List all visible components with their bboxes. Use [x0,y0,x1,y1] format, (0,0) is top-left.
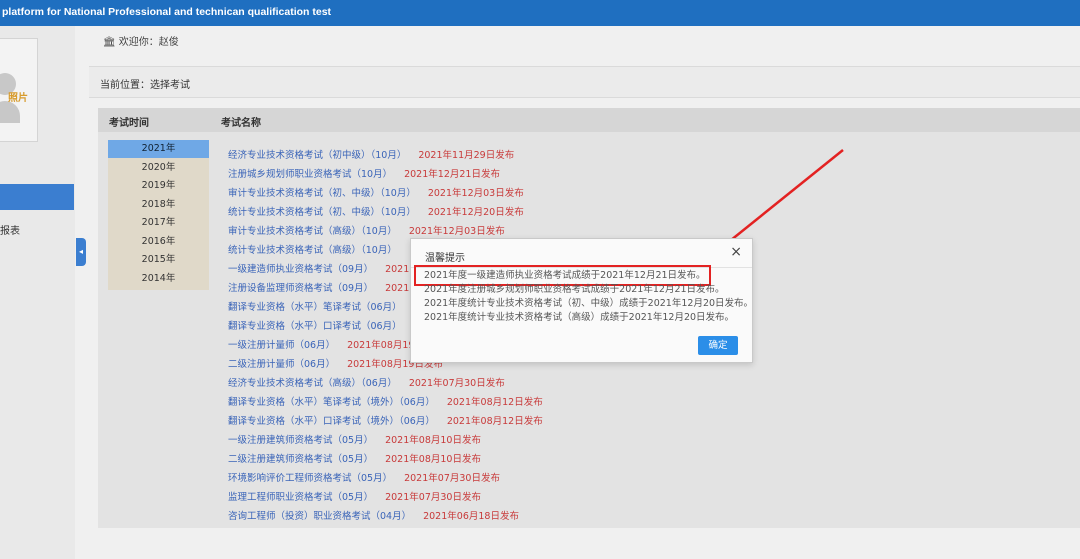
notice-dialog: 温馨提示 × 2021年度一级建造师执业资格考试成绩于2021年12月21日发布… [410,238,753,363]
exam-row[interactable]: 二级注册建筑师资格考试（05月） 2021年08月10日发布 [228,453,481,467]
avatar-body-icon [0,101,20,123]
exam-name-link[interactable]: 注册城乡规划师职业资格考试（10月） [228,169,392,180]
notice-line: 2021年度统计专业技术资格考试（初、中级）成绩于2021年12月20日发布。 [424,298,754,309]
exam-row[interactable]: 翻译专业资格（水平）口译考试（境外）（06月） 2021年08月12日发布 [228,415,543,429]
exam-release-date: 2021年12月03日发布 [427,188,524,199]
exam-name-link[interactable]: 一级注册建筑师资格考试（05月） [228,435,373,446]
exam-row[interactable]: 监理工程师职业资格考试（05月） 2021年07月30日发布 [228,491,481,505]
exam-name-link[interactable]: 经济专业技术资格考试（高级）（06月） [228,378,397,389]
exam-release-date: 2021年08月12日发布 [446,416,543,427]
site-title: platform for National Professional and t… [2,6,332,18]
sidebar-item-report[interactable]: 报表 [0,222,20,237]
exam-release-date: 2021年08月10日发布 [385,435,481,446]
exam-name-link[interactable]: 统计专业技术资格考试（初、中级）（10月） [228,207,416,218]
welcome-label: 欢迎你：赵俊 [118,37,179,48]
exam-name-link[interactable]: 监理工程师职业资格考试（05月） [228,492,373,503]
year-item[interactable]: 2017年 [108,214,209,232]
sidebar: 照片 报表 [0,26,75,559]
exam-row[interactable]: 审计专业技术资格考试（初、中级）（10月） 2021年12月03日发布 [228,187,524,201]
exam-row[interactable]: 经济专业技术资格考试（高级）（06月） 2021年07月30日发布 [228,377,505,391]
exam-row[interactable]: 注册设备监理师资格考试（09月） 2021 [228,282,409,296]
year-item[interactable]: 2021年 [108,140,209,158]
exam-row[interactable]: 翻译专业资格（水平）笔译考试（境外）（06月） 2021年08月12日发布 [228,396,543,410]
exam-name-link[interactable]: 翻译专业资格（水平）笔译考试（06月） [228,302,402,313]
exam-name-link[interactable]: 咨询工程师（投资）职业资格考试（04月） [228,511,411,522]
exam-release-date: 2021年08月12日发布 [446,397,543,408]
year-item[interactable]: 2019年 [108,177,209,195]
exam-release-date: 2021年12月20日发布 [427,207,524,218]
breadcrumb: 当前位置：选择考试 [89,66,1080,98]
exam-release-date: 2021年07月30日发布 [408,378,505,389]
exam-name-link[interactable]: 一级注册计量师（06月） [228,340,335,351]
table-header: 考试时间 考试名称 [98,108,1080,132]
breadcrumb-label: 当前位置：选择考试 [100,80,190,91]
exam-row[interactable]: 一级注册建筑师资格考试（05月） 2021年08月10日发布 [228,434,481,448]
exam-release-date: 2021年12月21日发布 [404,169,500,180]
exam-release-date: 2021年11月29日发布 [418,150,515,161]
exam-release-date: 2021年07月30日发布 [385,492,481,503]
exam-row[interactable]: 经济专业技术资格考试（初中级）（10月） 2021年11月29日发布 [228,149,514,163]
exam-row[interactable]: 翻译专业资格（水平）笔译考试（06月） [228,301,414,315]
confirm-button[interactable]: 确定 [698,336,738,355]
exam-name-link[interactable]: 二级注册计量师（06月） [228,359,335,370]
year-item[interactable]: 2018年 [108,196,209,214]
bank-icon: 🏛 [103,37,116,48]
close-icon[interactable]: × [730,244,742,260]
exam-row[interactable]: 统计专业技术资格考试（初、中级）（10月） 2021年12月20日发布 [228,206,524,220]
notice-line: 2021年度统计专业技术资格考试（高级）成绩于2021年12月20日发布。 [424,312,735,323]
exam-row[interactable]: 一级注册计量师（06月） 2021年08月19日 [228,339,424,353]
exam-release-date: 2021年06月18日发布 [423,511,519,522]
exam-row[interactable]: 注册城乡规划师职业资格考试（10月） 2021年12月21日发布 [228,168,500,182]
exam-name-link[interactable]: 统计专业技术资格考试（高级）（10月） [228,245,397,256]
year-list: 2021年 2020年 2019年 2018年 2017年 2016年 2015年 2014年 [108,140,209,290]
year-item[interactable]: 2020年 [108,159,209,177]
exam-name-link[interactable]: 一级建造师执业资格考试（09月） [228,264,373,275]
exam-release-date: 2021年12月03日发布 [408,226,505,237]
year-item[interactable]: 2016年 [108,233,209,251]
exam-release-date: 2021 [385,283,410,294]
exam-name-link[interactable]: 审计专业技术资格考试（高级）（10月） [228,226,397,237]
exam-name-link[interactable]: 注册设备监理师资格考试（09月） [228,283,373,294]
exam-name-link[interactable]: 翻译专业资格（水平）口译考试（06月） [228,321,402,332]
welcome-text: 🏛 欢迎你：赵俊 [103,33,179,48]
exam-row[interactable]: 环境影响评价工程师资格考试（05月） 2021年07月30日发布 [228,472,500,486]
col-header-time: 考试时间 [109,118,149,129]
photo-label: 照片 [8,93,28,104]
sidebar-collapse-handle[interactable]: ◂ [76,238,86,266]
exam-release-date: 2021 [385,264,410,275]
user-photo: 照片 [0,38,38,142]
exam-name-link[interactable]: 二级注册建筑师资格考试（05月） [228,454,373,465]
sidebar-item-active[interactable] [0,184,74,210]
top-banner: platform for National Professional and t… [0,0,1080,26]
exam-row[interactable]: 审计专业技术资格考试（高级）（10月） 2021年12月03日发布 [228,225,505,239]
exam-name-link[interactable]: 审计专业技术资格考试（初、中级）（10月） [228,188,416,199]
notice-line: 2021年度注册城乡规划师职业资格考试成绩于2021年12月21日发布。 [424,284,725,295]
notice-line: 2021年度一级建造师执业资格考试成绩于2021年12月21日发布。 [424,270,706,281]
exam-row[interactable]: 一级建造师执业资格考试（09月） 2021 [228,263,409,277]
year-item[interactable]: 2015年 [108,251,209,269]
exam-name-link[interactable]: 翻译专业资格（水平）笔译考试（境外）（06月） [228,397,435,408]
exam-name-link[interactable]: 经济专业技术资格考试（初中级）（10月） [228,150,406,161]
exam-row[interactable]: 咨询工程师（投资）职业资格考试（04月） 2021年06月18日发布 [228,510,519,524]
exam-name-link[interactable]: 翻译专业资格（水平）口译考试（境外）（06月） [228,416,435,427]
exam-row[interactable]: 统计专业技术资格考试（高级）（10月） [228,244,409,258]
exam-name-link[interactable]: 环境影响评价工程师资格考试（05月） [228,473,392,484]
exam-row[interactable]: 翻译专业资格（水平）口译考试（06月） [228,320,414,334]
col-header-name: 考试名称 [221,118,261,129]
exam-release-date: 2021年07月30日发布 [404,473,500,484]
exam-release-date: 2021年08月10日发布 [385,454,481,465]
year-item[interactable]: 2014年 [108,270,209,288]
dialog-title: 温馨提示 [425,253,465,264]
